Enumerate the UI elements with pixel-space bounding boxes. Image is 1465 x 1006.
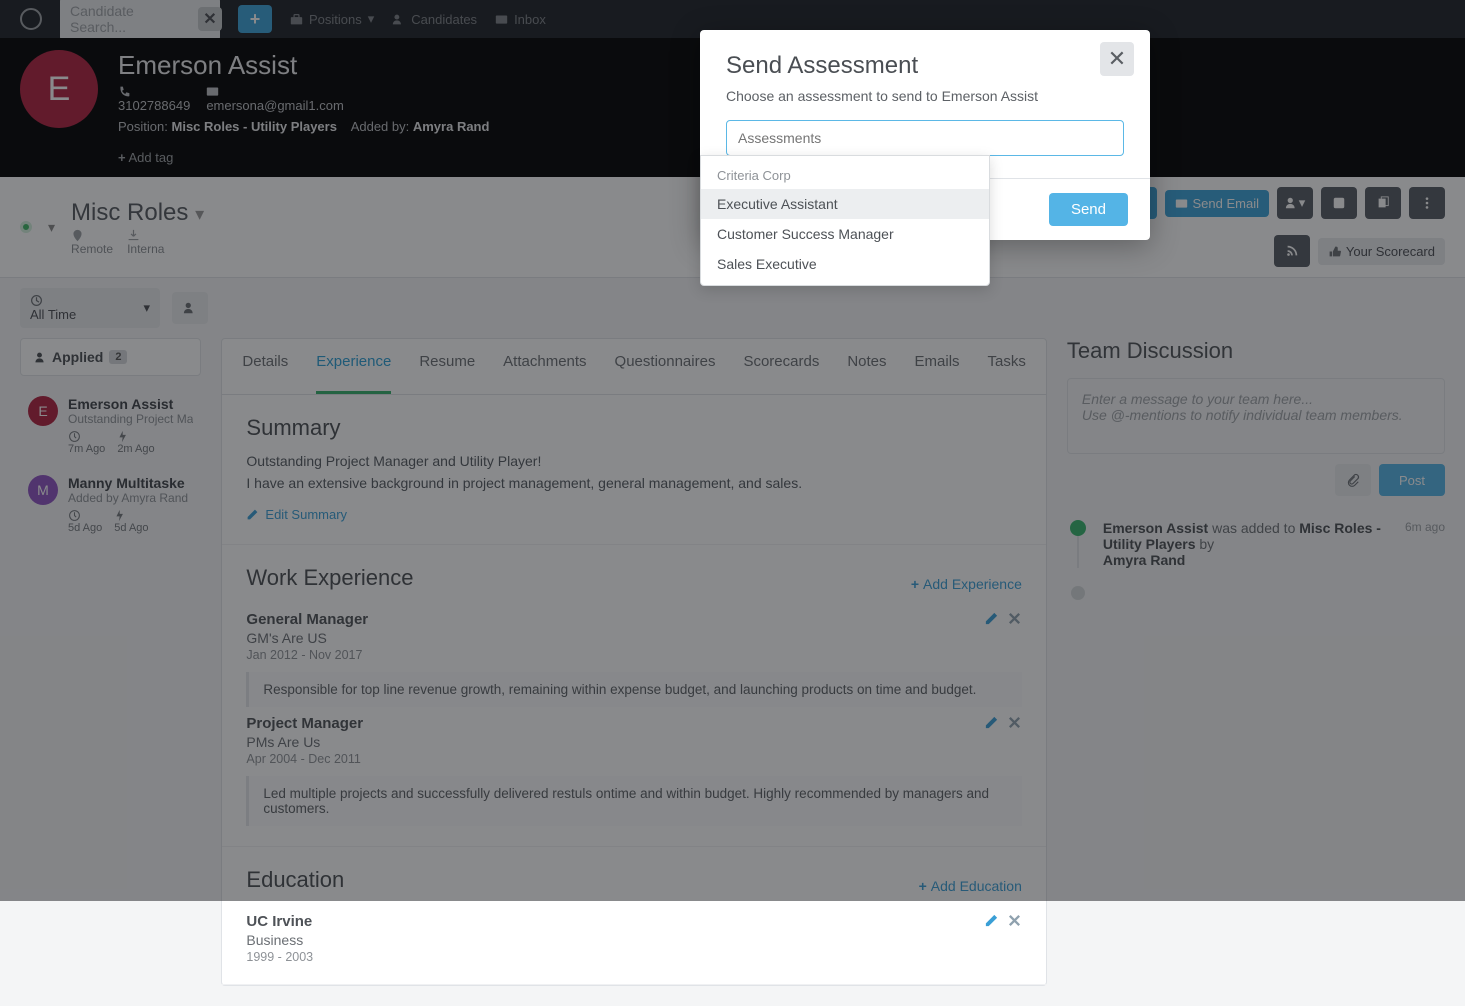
edit-education-button[interactable] — [984, 913, 999, 928]
modal-subtitle: Choose an assessment to send to Emerson … — [726, 88, 1124, 104]
assessment-option[interactable]: Customer Success Manager — [701, 219, 989, 249]
edit-icon — [984, 913, 999, 928]
delete-education-button[interactable] — [1007, 913, 1022, 928]
education-dates: 1999 - 2003 — [246, 950, 1021, 964]
assessment-option[interactable]: Executive Assistant — [701, 189, 989, 219]
send-button[interactable]: Send — [1049, 193, 1128, 226]
school-name: UC Irvine — [246, 913, 1021, 930]
dropdown-group-label: Criteria Corp — [701, 162, 989, 189]
assessment-search-input[interactable] — [726, 120, 1124, 156]
education-item: UC Irvine Business 1999 - 2003 — [246, 913, 1021, 964]
degree: Business — [246, 932, 1021, 948]
modal-close-button[interactable]: ✕ — [1100, 42, 1134, 76]
close-icon — [1007, 913, 1022, 928]
modal-title: Send Assessment — [726, 52, 918, 80]
assessment-option[interactable]: Sales Executive — [701, 249, 989, 279]
assessment-dropdown: Criteria Corp Executive AssistantCustome… — [700, 155, 990, 286]
